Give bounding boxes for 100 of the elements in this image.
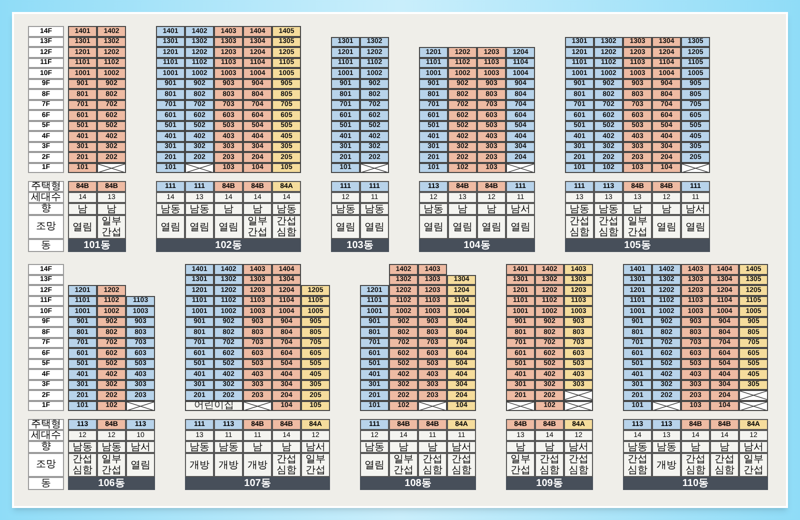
- view-cell: 열림: [185, 215, 214, 239]
- view-cell: 간섭심함: [68, 453, 97, 477]
- building-name-bar: 103동: [331, 239, 389, 252]
- direction-cell: 남: [623, 203, 652, 215]
- direction-cell: 남: [418, 441, 447, 453]
- crossed-out-cell: [564, 390, 593, 400]
- crossed-out-cell: [564, 400, 593, 411]
- view-cell: 간섭심함: [623, 453, 652, 477]
- direction-cell: 남동: [360, 441, 389, 453]
- direction-cell: 남동: [331, 203, 360, 215]
- view-cell: 간섭심함: [594, 215, 623, 239]
- row-header: 주택형: [28, 419, 64, 430]
- view-cell: 일부간섭: [97, 453, 126, 477]
- row-header: 향: [28, 441, 64, 453]
- crossed-out-cell: [652, 400, 681, 411]
- view-cell: 열림: [360, 453, 389, 477]
- row-header: 세대수: [28, 430, 64, 441]
- direction-cell: 남서: [301, 441, 330, 453]
- crossed-out-cell: [418, 400, 447, 411]
- view-cell: 일부간섭: [623, 215, 652, 239]
- view-cell: 간섭심함: [564, 453, 593, 477]
- direction-cell: 남동: [419, 203, 448, 215]
- building-name-bar: 102동: [156, 239, 301, 252]
- view-cell: 열림: [360, 215, 389, 239]
- direction-cell: 남서: [506, 203, 535, 215]
- direction-cell: 남서: [126, 441, 155, 453]
- view-cell: 간섭심함: [447, 453, 476, 477]
- crossed-out-cell: [681, 162, 710, 173]
- crossed-out-cell: [185, 162, 214, 173]
- direction-cell: 남: [389, 441, 418, 453]
- direction-cell: 남: [477, 203, 506, 215]
- view-cell: 열림: [419, 215, 448, 239]
- direction-cell: 남: [535, 441, 564, 453]
- view-cell: 일부간섭: [97, 215, 126, 239]
- view-cell: 일부간섭: [301, 453, 330, 477]
- view-cell: 열림: [652, 215, 681, 239]
- row-header: 주택형: [28, 181, 64, 192]
- crossed-out-cell: [126, 400, 155, 411]
- view-cell: 간섭심함: [535, 453, 564, 477]
- view-cell: 일부간섭: [389, 453, 418, 477]
- direction-cell: 남동: [272, 203, 301, 215]
- direction-cell: 남동: [214, 441, 243, 453]
- row-header: 동: [28, 239, 64, 252]
- direction-cell: 남: [506, 441, 535, 453]
- direction-cell: 남동: [185, 441, 214, 453]
- view-cell: 개방: [243, 453, 272, 477]
- view-cell: 열림: [681, 215, 710, 239]
- row-header: 조망: [28, 453, 64, 477]
- view-cell: 일부간섭: [739, 453, 768, 477]
- building-name-bar: 110동: [623, 477, 768, 490]
- crossed-out-cell: [243, 400, 272, 411]
- crossed-out-cell: [360, 162, 389, 173]
- view-cell: 간섭심함: [710, 453, 739, 477]
- direction-cell: 남서: [739, 441, 768, 453]
- building-name-bar: 106동: [68, 477, 155, 490]
- view-cell: 일부간섭: [243, 215, 272, 239]
- row-header: 향: [28, 203, 64, 215]
- view-cell: 간섭심함: [418, 453, 447, 477]
- view-cell: 열림: [448, 215, 477, 239]
- view-cell: 간섭심함: [681, 453, 710, 477]
- crossed-out-cell: [97, 162, 126, 173]
- row-header: 세대수: [28, 192, 64, 203]
- view-cell: 열림: [477, 215, 506, 239]
- view-cell: 열림: [68, 215, 97, 239]
- view-cell: 간섭심함: [272, 215, 301, 239]
- direction-cell: 남서: [564, 441, 593, 453]
- direction-cell: 남: [97, 203, 126, 215]
- direction-cell: 남동: [360, 203, 389, 215]
- view-cell: 열림: [156, 215, 185, 239]
- view-cell: 열림: [506, 215, 535, 239]
- view-cell: 열림: [331, 215, 360, 239]
- crossed-out-cell: [506, 400, 535, 411]
- direction-cell: 남동: [185, 203, 214, 215]
- view-cell: 개방: [185, 453, 214, 477]
- view-cell: 간섭심함: [565, 215, 594, 239]
- direction-cell: 남: [214, 203, 243, 215]
- direction-cell: 남: [272, 441, 301, 453]
- row-header: 조망: [28, 215, 64, 239]
- direction-cell: 남서: [447, 441, 476, 453]
- direction-cell: 남: [68, 203, 97, 215]
- building-name-bar: 104동: [419, 239, 535, 252]
- facility-cell: 어린이집: [185, 400, 243, 411]
- crossed-out-cell: [739, 400, 768, 411]
- direction-cell: 남동: [97, 441, 126, 453]
- crossed-out-cell: [506, 162, 535, 173]
- direction-cell: 남: [448, 203, 477, 215]
- crossed-out-cell: [739, 390, 768, 400]
- building-name-bar: 105동: [565, 239, 710, 252]
- direction-cell: 남동: [156, 203, 185, 215]
- row-header: 동: [28, 477, 64, 490]
- direction-cell: 남동: [623, 441, 652, 453]
- direction-cell: 남동: [594, 203, 623, 215]
- direction-cell: 남동: [68, 441, 97, 453]
- view-cell: 열림: [214, 215, 243, 239]
- building-name-bar: 109동: [506, 477, 593, 490]
- building-name-bar: 101동: [68, 239, 126, 252]
- direction-cell: 남: [243, 441, 272, 453]
- direction-cell: 남: [681, 441, 710, 453]
- view-cell: 간섭심함: [272, 453, 301, 477]
- direction-cell: 남동: [565, 203, 594, 215]
